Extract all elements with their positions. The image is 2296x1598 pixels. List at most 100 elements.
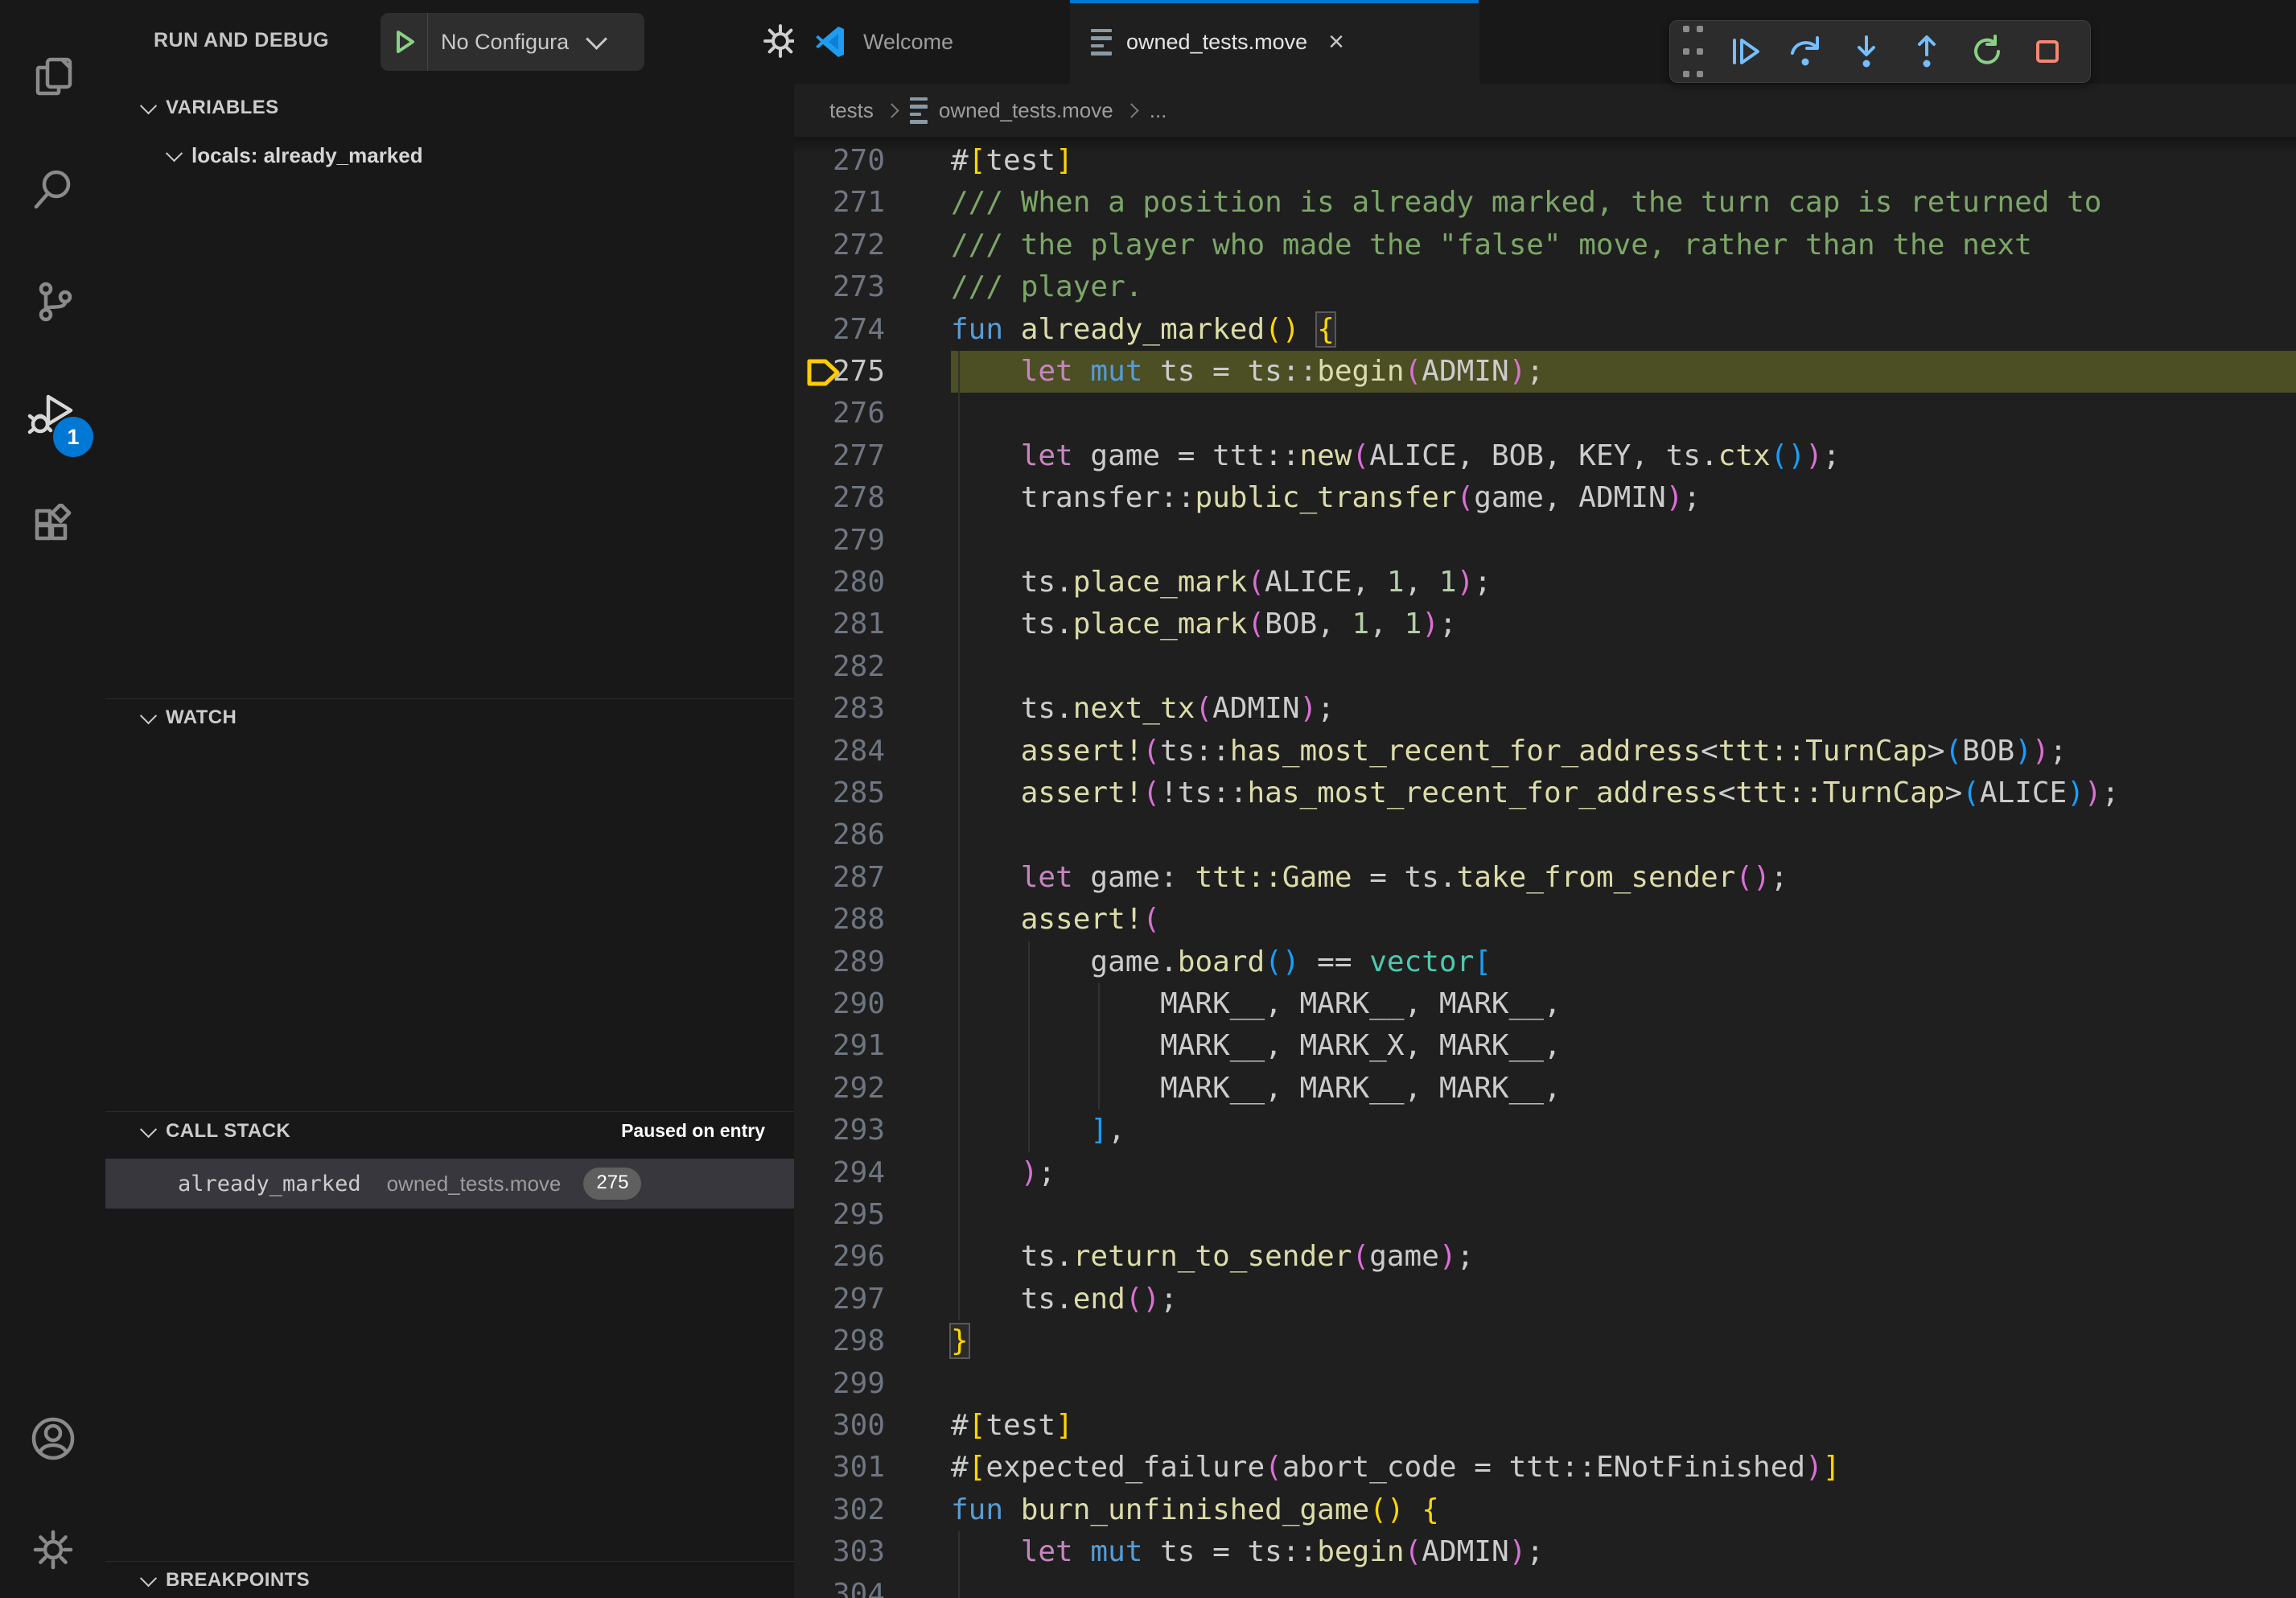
line-number[interactable]: 277 — [794, 435, 885, 477]
line-number[interactable]: 276 — [794, 393, 885, 435]
chevron-down-icon — [140, 1570, 157, 1587]
line-number[interactable]: 283 — [794, 688, 885, 730]
drag-grip-icon[interactable] — [1670, 21, 1715, 82]
code-line[interactable]: let game = ttt::new(ALICE, BOB, KEY, ts.… — [951, 435, 2296, 477]
indent-guide — [958, 983, 960, 1025]
line-number[interactable]: 288 — [794, 899, 885, 941]
code-line[interactable] — [951, 1363, 2296, 1405]
line-number[interactable]: 290 — [794, 983, 885, 1025]
line-number[interactable]: 278 — [794, 477, 885, 519]
code-line[interactable] — [951, 814, 2296, 856]
line-number[interactable]: 280 — [794, 562, 885, 603]
code-line[interactable]: let mut ts = ts::begin(ADMIN); — [951, 351, 2296, 393]
code-line[interactable] — [951, 1574, 2296, 1598]
continue-button[interactable] — [1715, 21, 1775, 82]
line-number[interactable]: 298 — [794, 1320, 885, 1362]
code-line[interactable] — [951, 520, 2296, 562]
code-line[interactable]: ts.place_mark(ALICE, 1, 1); — [951, 562, 2296, 603]
code-line[interactable]: let mut ts = ts::begin(ADMIN); — [951, 1531, 2296, 1573]
code-line[interactable]: assert!(ts::has_most_recent_for_address<… — [951, 731, 2296, 772]
line-number[interactable]: 301 — [794, 1447, 885, 1489]
code-line[interactable]: assert!( — [951, 899, 2296, 941]
code-line[interactable]: #[test] — [951, 140, 2296, 182]
line-number[interactable]: 282 — [794, 646, 885, 688]
line-number[interactable]: 275 — [794, 351, 885, 393]
line-number[interactable]: 295 — [794, 1194, 885, 1236]
extensions-icon[interactable] — [0, 483, 105, 571]
code-line[interactable]: MARK__, MARK__, MARK__, — [951, 983, 2296, 1025]
line-number[interactable]: 291 — [794, 1025, 885, 1067]
line-number[interactable]: 287 — [794, 857, 885, 899]
line-number[interactable]: 274 — [794, 309, 885, 351]
line-number[interactable]: 299 — [794, 1363, 885, 1405]
line-number[interactable]: 289 — [794, 941, 885, 983]
stop-button[interactable] — [2017, 21, 2077, 82]
breakpoints-label: BREAKPOINTS — [166, 1569, 310, 1592]
code-line[interactable] — [951, 393, 2296, 435]
code-line[interactable]: let game: ttt::Game = ts.take_from_sende… — [951, 857, 2296, 899]
step-out-button[interactable] — [1896, 21, 1957, 82]
debug-config-dropdown[interactable]: No Configura — [381, 13, 644, 71]
line-number[interactable]: 293 — [794, 1110, 885, 1151]
step-into-button[interactable] — [1836, 21, 1896, 82]
search-icon[interactable] — [0, 145, 105, 233]
code-line[interactable]: fun already_marked() { — [951, 309, 2296, 351]
code-line[interactable] — [951, 1194, 2296, 1236]
line-number[interactable]: 284 — [794, 731, 885, 772]
restart-button[interactable] — [1957, 21, 2017, 82]
code-line[interactable]: } — [951, 1320, 2296, 1362]
line-number[interactable]: 303 — [794, 1531, 885, 1573]
code-line[interactable]: assert!(!ts::has_most_recent_for_address… — [951, 772, 2296, 814]
variables-section-header[interactable]: VARIABLES — [142, 97, 279, 119]
line-number[interactable]: 271 — [794, 182, 885, 224]
line-number[interactable]: 302 — [794, 1489, 885, 1531]
run-and-debug-icon[interactable]: 1 — [0, 370, 105, 459]
line-number[interactable]: 273 — [794, 266, 885, 308]
code-line[interactable]: ); — [951, 1152, 2296, 1194]
debug-start-icon[interactable] — [381, 13, 428, 71]
line-number[interactable]: 292 — [794, 1068, 885, 1110]
call-stack-section-header[interactable]: CALL STACK — [142, 1120, 290, 1143]
breakpoints-section-header[interactable]: BREAKPOINTS — [142, 1569, 310, 1592]
code-line[interactable]: ts.return_to_sender(game); — [951, 1236, 2296, 1278]
code-line[interactable]: #[expected_failure(abort_code = ttt::ENo… — [951, 1447, 2296, 1489]
code-line[interactable]: ], — [951, 1110, 2296, 1151]
code-editor[interactable]: 270 #[test] 271 /// When a position is alre… — [794, 0, 2296, 1598]
line-number[interactable]: 272 — [794, 224, 885, 266]
line-number[interactable]: 294 — [794, 1152, 885, 1194]
locals-scope-row[interactable]: locals: already_marked — [168, 143, 423, 168]
code-line[interactable]: MARK__, MARK_X, MARK__, — [951, 1025, 2296, 1067]
account-icon[interactable] — [0, 1394, 105, 1483]
code-line[interactable]: MARK__, MARK__, MARK__, — [951, 1068, 2296, 1110]
code-line[interactable]: ts.next_tx(ADMIN); — [951, 688, 2296, 730]
code-line[interactable]: /// When a position is already marked, t… — [951, 182, 2296, 224]
line-number[interactable]: 285 — [794, 772, 885, 814]
code-line[interactable]: /// the player who made the "false" move… — [951, 224, 2296, 266]
indent-guide — [958, 603, 960, 645]
settings-gear-icon[interactable] — [0, 1505, 105, 1594]
source-control-icon[interactable] — [0, 257, 105, 346]
code-line[interactable]: fun burn_unfinished_game() { — [951, 1489, 2296, 1531]
watch-label: WATCH — [166, 706, 237, 729]
code-line[interactable] — [951, 646, 2296, 688]
indent-guide — [958, 688, 960, 730]
line-number[interactable]: 281 — [794, 603, 885, 645]
code-line[interactable]: ts.end(); — [951, 1279, 2296, 1320]
step-over-button[interactable] — [1775, 21, 1836, 82]
chevron-down-icon — [140, 97, 157, 114]
line-number[interactable]: 296 — [794, 1236, 885, 1278]
call-stack-frame-row[interactable]: already_marked owned_tests.move 275 — [105, 1159, 794, 1209]
line-number[interactable]: 270 — [794, 140, 885, 182]
line-number[interactable]: 297 — [794, 1279, 885, 1320]
code-line[interactable]: transfer::public_transfer(game, ADMIN); — [951, 477, 2296, 519]
code-line[interactable]: game.board() == vector[ — [951, 941, 2296, 983]
line-number[interactable]: 286 — [794, 814, 885, 856]
code-line[interactable]: #[test] — [951, 1405, 2296, 1447]
line-number[interactable]: 279 — [794, 520, 885, 562]
code-line[interactable]: ts.place_mark(BOB, 1, 1); — [951, 603, 2296, 645]
code-line[interactable]: /// player. — [951, 266, 2296, 308]
line-number[interactable]: 300 — [794, 1405, 885, 1447]
explorer-icon[interactable] — [0, 32, 105, 121]
line-number[interactable]: 304 — [794, 1574, 885, 1598]
watch-section-header[interactable]: WATCH — [142, 706, 237, 729]
